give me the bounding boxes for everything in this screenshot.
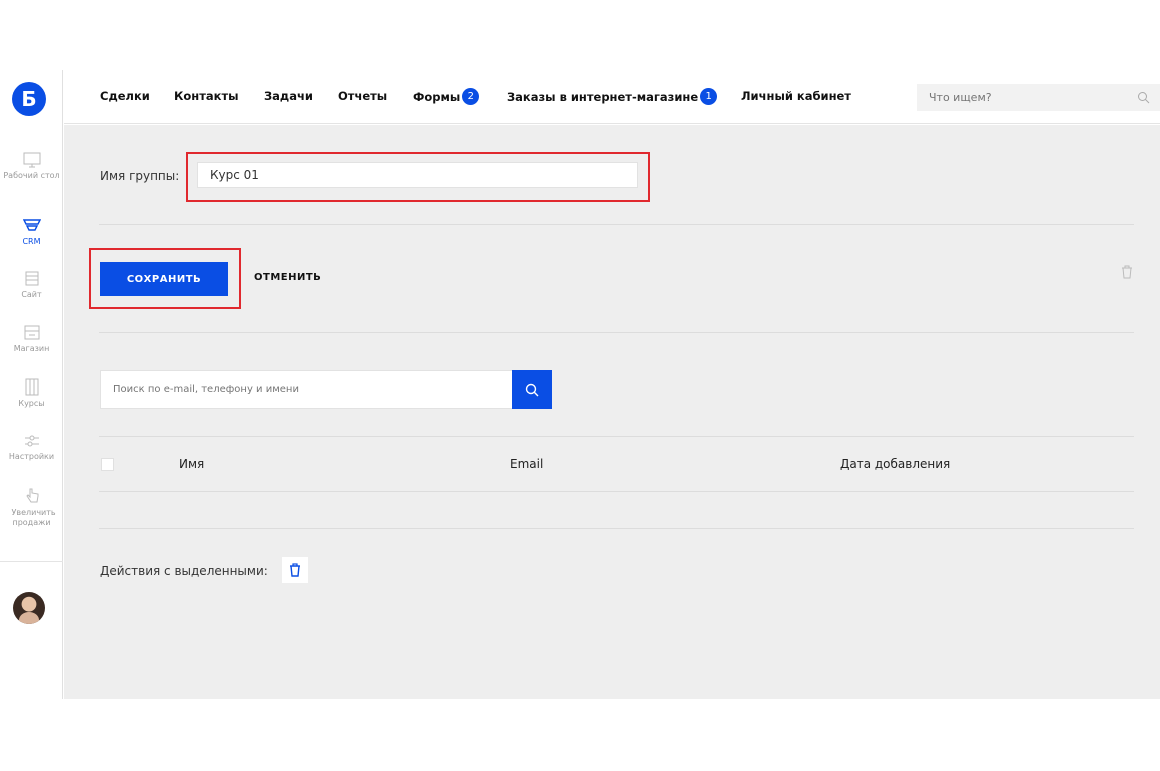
cancel-button[interactable]: ОТМЕНИТЬ bbox=[254, 272, 321, 283]
sidebar-item-boost-sales[interactable]: Увеличить продажи bbox=[0, 487, 63, 528]
forms-count-badge: 2 bbox=[462, 88, 480, 105]
divider bbox=[99, 332, 1134, 333]
funnel-icon bbox=[22, 219, 41, 231]
column-header-email[interactable]: Email bbox=[510, 457, 543, 471]
sidebar-item-label: Рабочий стол bbox=[3, 171, 60, 180]
sidebar-divider bbox=[0, 561, 63, 562]
global-search-input[interactable] bbox=[917, 91, 1117, 104]
select-all-checkbox[interactable] bbox=[101, 458, 114, 471]
nav-item-label: Задачи bbox=[264, 89, 313, 103]
sidebar-item-crm[interactable]: CRM bbox=[0, 218, 63, 247]
sidebar-item-label: CRM bbox=[22, 237, 41, 246]
logo[interactable]: Б bbox=[12, 82, 46, 116]
nav-item-label: Личный кабинет bbox=[741, 89, 851, 103]
sidebar-item-site[interactable]: Сайт bbox=[0, 271, 63, 300]
nav-item-label: Заказы в интернет-магазине bbox=[507, 89, 699, 104]
column-header-date-added[interactable]: Дата добавления bbox=[840, 457, 950, 471]
sidebar-item-label: Настройки bbox=[8, 452, 55, 461]
shop-icon bbox=[24, 325, 39, 340]
settings-sliders-icon bbox=[24, 435, 39, 447]
column-header-name[interactable]: Имя bbox=[179, 457, 204, 471]
group-name-input[interactable] bbox=[197, 162, 638, 188]
nav-item-contacts[interactable]: Контакты bbox=[174, 89, 239, 103]
divider bbox=[99, 491, 1134, 492]
site-icon bbox=[25, 271, 38, 286]
nav-item-label: Формы bbox=[413, 89, 461, 104]
avatar[interactable] bbox=[13, 592, 45, 624]
orders-count-badge: 1 bbox=[700, 88, 718, 105]
search-icon bbox=[525, 383, 539, 396]
delete-group-trash-icon[interactable] bbox=[1121, 265, 1133, 279]
monitor-icon bbox=[23, 152, 40, 168]
sidebar: Б Рабочий стол CRM Сайт Магазин Курсы На… bbox=[0, 70, 63, 699]
nav-item-label: Контакты bbox=[174, 89, 239, 103]
sidebar-item-label: Курсы bbox=[18, 399, 45, 408]
courses-icon bbox=[25, 378, 38, 396]
nav-item-shop-orders[interactable]: Заказы в интернет-магазине 1 bbox=[507, 88, 718, 105]
nav-item-tasks[interactable]: Задачи bbox=[264, 89, 313, 103]
bulk-actions-label: Действия с выделенными: bbox=[100, 564, 268, 578]
bulk-delete-button[interactable] bbox=[282, 557, 308, 583]
top-navigation: Сделки Контакты Задачи Отчеты Формы 2 Зак… bbox=[64, 70, 1160, 124]
sidebar-item-label: Магазин bbox=[13, 344, 50, 353]
member-search-input[interactable] bbox=[100, 370, 513, 409]
sidebar-item-courses[interactable]: Курсы bbox=[0, 378, 63, 409]
divider bbox=[99, 528, 1134, 529]
hand-pointer-icon bbox=[25, 488, 38, 503]
nav-item-reports[interactable]: Отчеты bbox=[338, 89, 387, 103]
search-icon[interactable] bbox=[1137, 91, 1150, 104]
nav-item-deals[interactable]: Сделки bbox=[100, 89, 150, 103]
sidebar-item-desktop[interactable]: Рабочий стол bbox=[0, 152, 63, 181]
sidebar-item-shop[interactable]: Магазин bbox=[0, 325, 63, 354]
nav-item-forms[interactable]: Формы 2 bbox=[413, 88, 480, 105]
divider bbox=[99, 224, 1134, 225]
sidebar-item-label: Увеличить продажи bbox=[11, 508, 56, 527]
global-search bbox=[917, 84, 1160, 111]
nav-item-label: Отчеты bbox=[338, 89, 388, 103]
sidebar-item-settings[interactable]: Настройки bbox=[0, 433, 63, 462]
sidebar-item-label: Сайт bbox=[21, 290, 42, 299]
save-button[interactable]: СОХРАНИТЬ bbox=[100, 262, 228, 296]
member-search-button[interactable] bbox=[512, 370, 552, 409]
logo-letter: Б bbox=[21, 87, 37, 111]
trash-icon bbox=[290, 563, 300, 577]
main-content: Имя группы: СОХРАНИТЬ ОТМЕНИТЬ Имя Email… bbox=[64, 125, 1160, 699]
group-name-label: Имя группы: bbox=[100, 169, 180, 183]
divider bbox=[99, 436, 1134, 437]
nav-item-account[interactable]: Личный кабинет bbox=[741, 89, 851, 103]
nav-item-label: Сделки bbox=[100, 89, 150, 103]
